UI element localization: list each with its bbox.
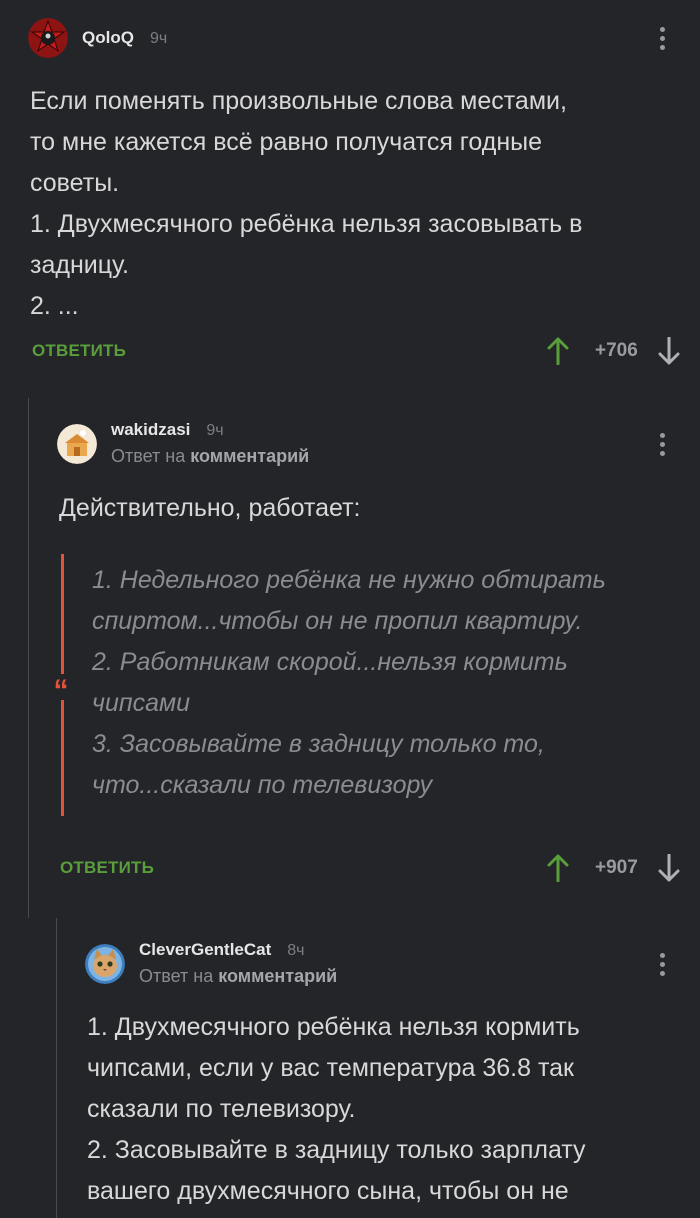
arrow-up-icon[interactable]: [547, 854, 569, 882]
comment-body: Действительно, работает:: [59, 488, 360, 529]
reply-to-link[interactable]: комментарий: [190, 446, 309, 466]
comment-line: Если поменять произвольные слова местами…: [30, 87, 567, 115]
comment-wakidzasi: wakidzasi 9ч Ответ на комментарий Действ…: [28, 398, 700, 918]
arrow-down-icon[interactable]: [658, 337, 680, 365]
rating: +706: [595, 340, 638, 361]
quote-line: 3. Засовывайте в задницу только то,: [92, 730, 545, 758]
username[interactable]: QoloQ: [82, 28, 134, 48]
comment-line: 2. Засовывайте в задницу только зарплату: [87, 1136, 586, 1164]
reply-to-prefix: Ответ на: [111, 446, 186, 466]
comment-line: задницу.: [30, 251, 129, 279]
more-vertical-icon[interactable]: [660, 27, 666, 50]
comment-body: Если поменять произвольные слова местами…: [30, 81, 582, 327]
comment-line: 1. Двухмесячного ребёнка нельзя кормить: [87, 1013, 580, 1041]
comment-actions: ОТВЕТИТЬ: [32, 341, 126, 361]
comment-meta: CleverGentleCat 8ч Ответ на комментарий: [139, 940, 337, 987]
comment-line: сказали по телевизору.: [87, 1095, 356, 1123]
reply-button[interactable]: ОТВЕТИТЬ: [32, 341, 126, 361]
timestamp: 8ч: [287, 942, 305, 959]
vote-controls: +706: [547, 337, 680, 365]
comment-meta: wakidzasi 9ч Ответ на комментарий: [111, 420, 309, 467]
comment-clevergentlecat: CleverGentleCat 8ч Ответ на комментарий …: [56, 918, 700, 1218]
arrow-down-icon[interactable]: [658, 854, 680, 882]
comment-line: Действительно, работает:: [59, 494, 361, 522]
comment-line: 1. Двухмесячного ребёнка нельзя засовыва…: [30, 210, 583, 238]
reply-to-link[interactable]: комментарий: [218, 966, 337, 986]
reply-to-prefix: Ответ на: [139, 966, 214, 986]
comment-line: вашего двухмесячного сына, чтобы он не: [87, 1177, 569, 1205]
reply-to: Ответ на комментарий: [139, 966, 337, 987]
quote-line: 1. Недельного ребёнка не нужно обтирать: [92, 566, 606, 594]
more-vertical-icon[interactable]: [660, 953, 666, 976]
comment-header: wakidzasi 9ч Ответ на комментарий: [57, 420, 309, 467]
comment-body: 1. Двухмесячного ребёнка нельзя кормить …: [87, 1007, 586, 1212]
quote-line: чипсами: [92, 689, 191, 717]
rating: +907: [595, 857, 638, 878]
arrow-up-icon[interactable]: [547, 337, 569, 365]
comment-actions: ОТВЕТИТЬ: [60, 858, 154, 878]
avatar[interactable]: [85, 943, 125, 984]
reply-to: Ответ на комментарий: [111, 446, 309, 467]
comment-line: чипсами, если у вас температура 36.8 так: [87, 1054, 574, 1082]
blockquote: “ 1. Недельного ребёнка не нужно обтират…: [50, 554, 606, 816]
more-vertical-icon[interactable]: [660, 433, 666, 456]
timestamp: 9ч: [149, 30, 168, 47]
reply-button[interactable]: ОТВЕТИТЬ: [60, 858, 154, 878]
comment-line: 2. ...: [30, 292, 79, 320]
username[interactable]: wakidzasi: [111, 420, 190, 440]
comment-header: QoloQ 9ч: [28, 18, 167, 58]
quote-line: 2. Работникам скорой...нельзя кормить: [92, 648, 568, 676]
comment-meta: QoloQ 9ч: [82, 28, 167, 48]
comment-header: CleverGentleCat 8ч Ответ на комментарий: [85, 940, 337, 987]
quote-icon: “: [50, 674, 72, 707]
vote-controls: +907: [547, 854, 680, 882]
timestamp: 9ч: [206, 422, 224, 439]
quote-line: спиртом...чтобы он не пропил квартиру.: [92, 607, 583, 635]
comment-line: советы.: [30, 169, 120, 197]
avatar[interactable]: [57, 423, 97, 464]
comment-line: то мне кажется всё равно получатся годны…: [30, 128, 542, 156]
avatar[interactable]: [28, 18, 68, 58]
username[interactable]: CleverGentleCat: [139, 940, 271, 960]
quote-line: что...сказали по телевизору: [92, 771, 433, 799]
